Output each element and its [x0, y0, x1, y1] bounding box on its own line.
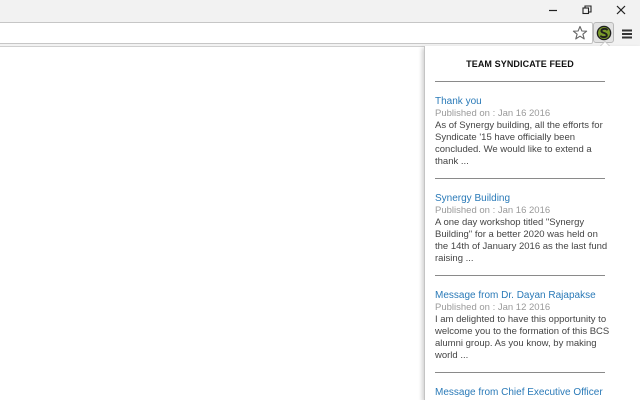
menu-icon [622, 29, 632, 39]
restore-button[interactable] [570, 0, 604, 20]
title-bar [0, 0, 640, 20]
browser-menu-button[interactable] [620, 26, 634, 40]
star-icon [572, 25, 588, 40]
address-bar[interactable] [0, 22, 593, 44]
feed-item-excerpt: I am delighted to have this opportunity … [435, 314, 610, 361]
divider [435, 372, 605, 373]
browser-toolbar [0, 20, 640, 47]
feed-item: Message from Chief Executive Officer [435, 387, 610, 399]
feed-popup: TEAM SYNDICATE FEED Thank you Published … [424, 46, 640, 400]
close-icon [616, 5, 626, 15]
feed-item-excerpt: A one day workshop titled "Synergy Build… [435, 217, 608, 264]
feed-item-title[interactable]: Message from Dr. Dayan Rajapakse [435, 290, 610, 302]
feed-item-title[interactable]: Thank you [435, 96, 610, 108]
minimize-button[interactable] [536, 0, 570, 20]
feed-item-date: Published on : Jan 16 2016 [435, 205, 551, 216]
divider [435, 178, 605, 179]
syndicate-extension-button[interactable] [593, 22, 614, 43]
feed-item-date: Published on : Jan 12 2016 [435, 302, 551, 313]
bookmark-star-button[interactable] [572, 25, 588, 41]
feed-item: Thank you Published on : Jan 16 2016 As … [435, 96, 610, 168]
feed-item-title[interactable]: Synergy Building [435, 193, 610, 205]
minimize-icon [549, 9, 557, 12]
divider [435, 275, 605, 276]
browser-window: TEAM SYNDICATE FEED Thank you Published … [0, 0, 640, 400]
feed-item-title[interactable]: Message from Chief Executive Officer [435, 387, 610, 399]
feed-item: Synergy Building Published on : Jan 16 2… [435, 193, 610, 265]
feed-item-excerpt: As of Synergy building, all the efforts … [435, 120, 603, 167]
syndicate-extension-icon [596, 25, 611, 40]
feed-title: TEAM SYNDICATE FEED [466, 59, 574, 69]
close-button[interactable] [604, 0, 638, 20]
divider [435, 81, 605, 82]
restore-icon [582, 5, 592, 15]
feed-item: Message from Dr. Dayan Rajapakse Publish… [435, 290, 610, 362]
feed-item-date: Published on : Jan 16 2016 [435, 108, 551, 119]
